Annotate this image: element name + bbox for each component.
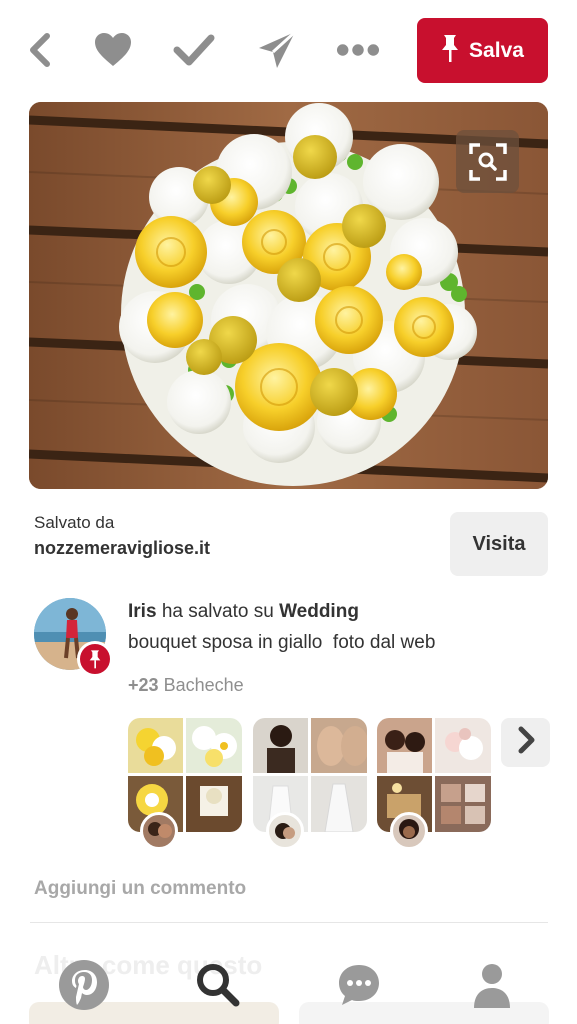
board-owner-avatar: [266, 812, 304, 850]
board-cell: [311, 718, 367, 773]
checkmark-icon[interactable]: [172, 28, 216, 72]
board-thumbnail[interactable]: [377, 718, 491, 832]
boards-count[interactable]: +23 Bacheche: [128, 675, 244, 696]
board-thumbnail[interactable]: [128, 718, 242, 832]
pushpin-icon: [441, 33, 459, 69]
source-info: Salvato da nozzemeravigliose.it: [34, 513, 210, 559]
top-action-bar: Salva: [0, 0, 577, 100]
chat-bubble-icon[interactable]: [329, 955, 389, 1015]
pin-description: bouquet sposa in giallo foto dal web: [128, 632, 436, 653]
next-boards-button[interactable]: [501, 718, 550, 767]
board-cell: [435, 718, 491, 773]
source-domain[interactable]: nozzemeravigliose.it: [34, 538, 210, 559]
board-name[interactable]: Wedding: [279, 601, 359, 622]
chevron-left-icon[interactable]: [18, 28, 62, 72]
person-icon[interactable]: [462, 955, 522, 1015]
pushpin-badge-icon: [77, 641, 113, 677]
saver-action: ha salvato su: [161, 601, 274, 622]
board-owner-avatar: [390, 812, 428, 850]
visual-search-icon[interactable]: [456, 130, 519, 193]
board-cell: [186, 718, 242, 773]
board-cell: [253, 718, 308, 773]
chevron-right-icon: [516, 726, 536, 759]
board-cell: [311, 776, 367, 832]
paper-plane-icon[interactable]: [255, 28, 299, 72]
boards-count-label: Bacheche: [163, 675, 244, 695]
board-cell: [186, 776, 242, 832]
search-icon[interactable]: [188, 955, 248, 1015]
saver-line: Iris ha salvato su Wedding: [128, 601, 359, 623]
board-owner-avatar: [140, 812, 178, 850]
boards-count-number: +23: [128, 675, 159, 695]
saved-from-label: Salvato da: [34, 513, 115, 532]
divider: [30, 922, 548, 923]
add-comment-input[interactable]: Aggiungi un commento: [34, 878, 246, 900]
board-cell: [435, 776, 491, 832]
visit-button[interactable]: Visita: [450, 512, 548, 576]
save-button[interactable]: Salva: [417, 18, 548, 83]
pinterest-logo-icon[interactable]: [54, 955, 114, 1015]
board-cell: [377, 718, 432, 773]
board-cell: [128, 718, 183, 773]
heart-icon[interactable]: [91, 28, 135, 72]
pin-image[interactable]: [29, 102, 548, 489]
ellipsis-icon[interactable]: [336, 28, 380, 72]
save-label: Salva: [469, 38, 524, 62]
board-thumbnail[interactable]: [253, 718, 367, 832]
bottom-navigation: [0, 950, 577, 1024]
saver-name[interactable]: Iris: [128, 601, 157, 622]
